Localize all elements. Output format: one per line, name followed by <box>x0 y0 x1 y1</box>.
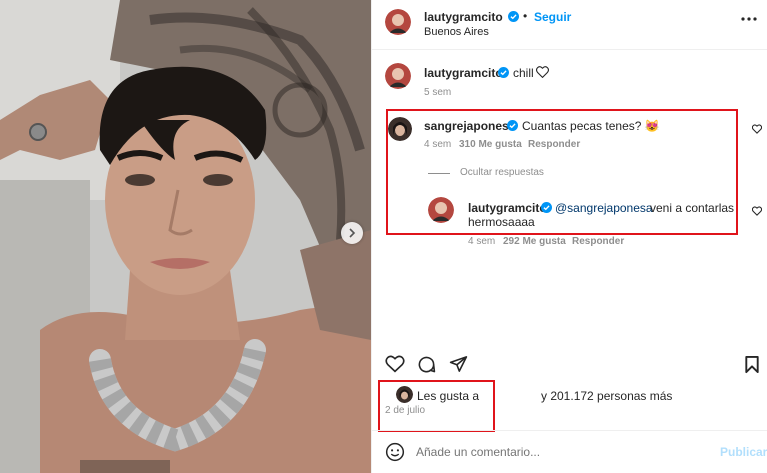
replies-divider <box>428 173 450 174</box>
reply-reply-button[interactable]: Responder <box>572 236 624 247</box>
avatar-image <box>428 197 454 223</box>
like-heart-icon[interactable] <box>385 355 405 373</box>
reply-time[interactable]: 4 sem <box>468 236 495 247</box>
publish-button[interactable]: Publicar <box>720 445 767 459</box>
reply-username[interactable]: lautygramcito <box>468 201 547 215</box>
avatar-image <box>385 63 411 89</box>
save-bookmark-icon[interactable] <box>744 355 760 374</box>
follow-button[interactable]: Seguir <box>534 10 571 24</box>
comment-composer: Publicar <box>372 430 767 473</box>
comment-input[interactable] <box>416 443 706 461</box>
comment-text: Cuantas pecas tenes? 😻 <box>522 119 660 133</box>
caption-time[interactable]: 5 sem <box>424 87 451 98</box>
author-avatar[interactable] <box>385 9 411 35</box>
post-location[interactable]: Buenos Aires <box>424 26 489 38</box>
verified-badge-icon <box>498 67 509 78</box>
heart-outline-icon <box>536 66 549 78</box>
comment-time[interactable]: 4 sem <box>424 139 451 150</box>
comment-likes[interactable]: 310 Me gusta <box>459 139 522 150</box>
avatar-image <box>396 386 413 403</box>
hide-replies-button[interactable]: Ocultar respuestas <box>460 167 544 178</box>
avatar-image <box>388 117 412 141</box>
like-comment-heart-icon[interactable] <box>752 124 762 134</box>
selfie-image <box>0 0 371 473</box>
verified-badge-icon <box>507 120 518 131</box>
post-details-panel: lautygramcito • Seguir Buenos Aires laut… <box>371 0 767 473</box>
caption-avatar[interactable] <box>385 63 411 89</box>
comment-reply-button[interactable]: Responder <box>528 139 580 150</box>
next-photo-button[interactable] <box>341 222 363 244</box>
post-date[interactable]: 2 de julio <box>385 405 425 416</box>
reply-text-line2: hermosaaaa <box>468 215 535 229</box>
likes-count[interactable]: y 201.172 personas más <box>541 389 672 403</box>
commenter-username[interactable]: sangrejaponesa <box>424 119 515 133</box>
comment-bubble-icon[interactable] <box>417 355 436 374</box>
reply-avatar[interactable] <box>428 197 454 223</box>
reply-text-line1: veni a contarlas <box>650 201 735 215</box>
liker-avatar[interactable] <box>396 386 413 403</box>
avatar-image <box>385 9 411 35</box>
post-photo <box>0 0 371 473</box>
emoji-icon[interactable] <box>385 442 405 462</box>
likes-prefix: Les gusta a <box>417 389 480 403</box>
verified-badge-icon <box>541 202 552 213</box>
like-reply-heart-icon[interactable] <box>752 206 762 216</box>
caption-username[interactable]: lautygramcito <box>424 66 503 80</box>
reply-likes[interactable]: 292 Me gusta <box>503 236 566 247</box>
verified-badge-icon <box>508 11 519 22</box>
separator-dot: • <box>523 9 528 23</box>
reply-mention[interactable]: @sangrejaponesa <box>555 201 653 215</box>
chevron-right-icon <box>349 228 356 238</box>
more-options-icon[interactable] <box>741 17 757 21</box>
share-send-icon[interactable] <box>449 355 468 373</box>
author-username[interactable]: lautygramcito <box>424 10 503 24</box>
caption-text: chill <box>513 66 534 80</box>
commenter-avatar[interactable] <box>388 117 412 141</box>
post-header: lautygramcito • Seguir Buenos Aires <box>372 0 767 50</box>
